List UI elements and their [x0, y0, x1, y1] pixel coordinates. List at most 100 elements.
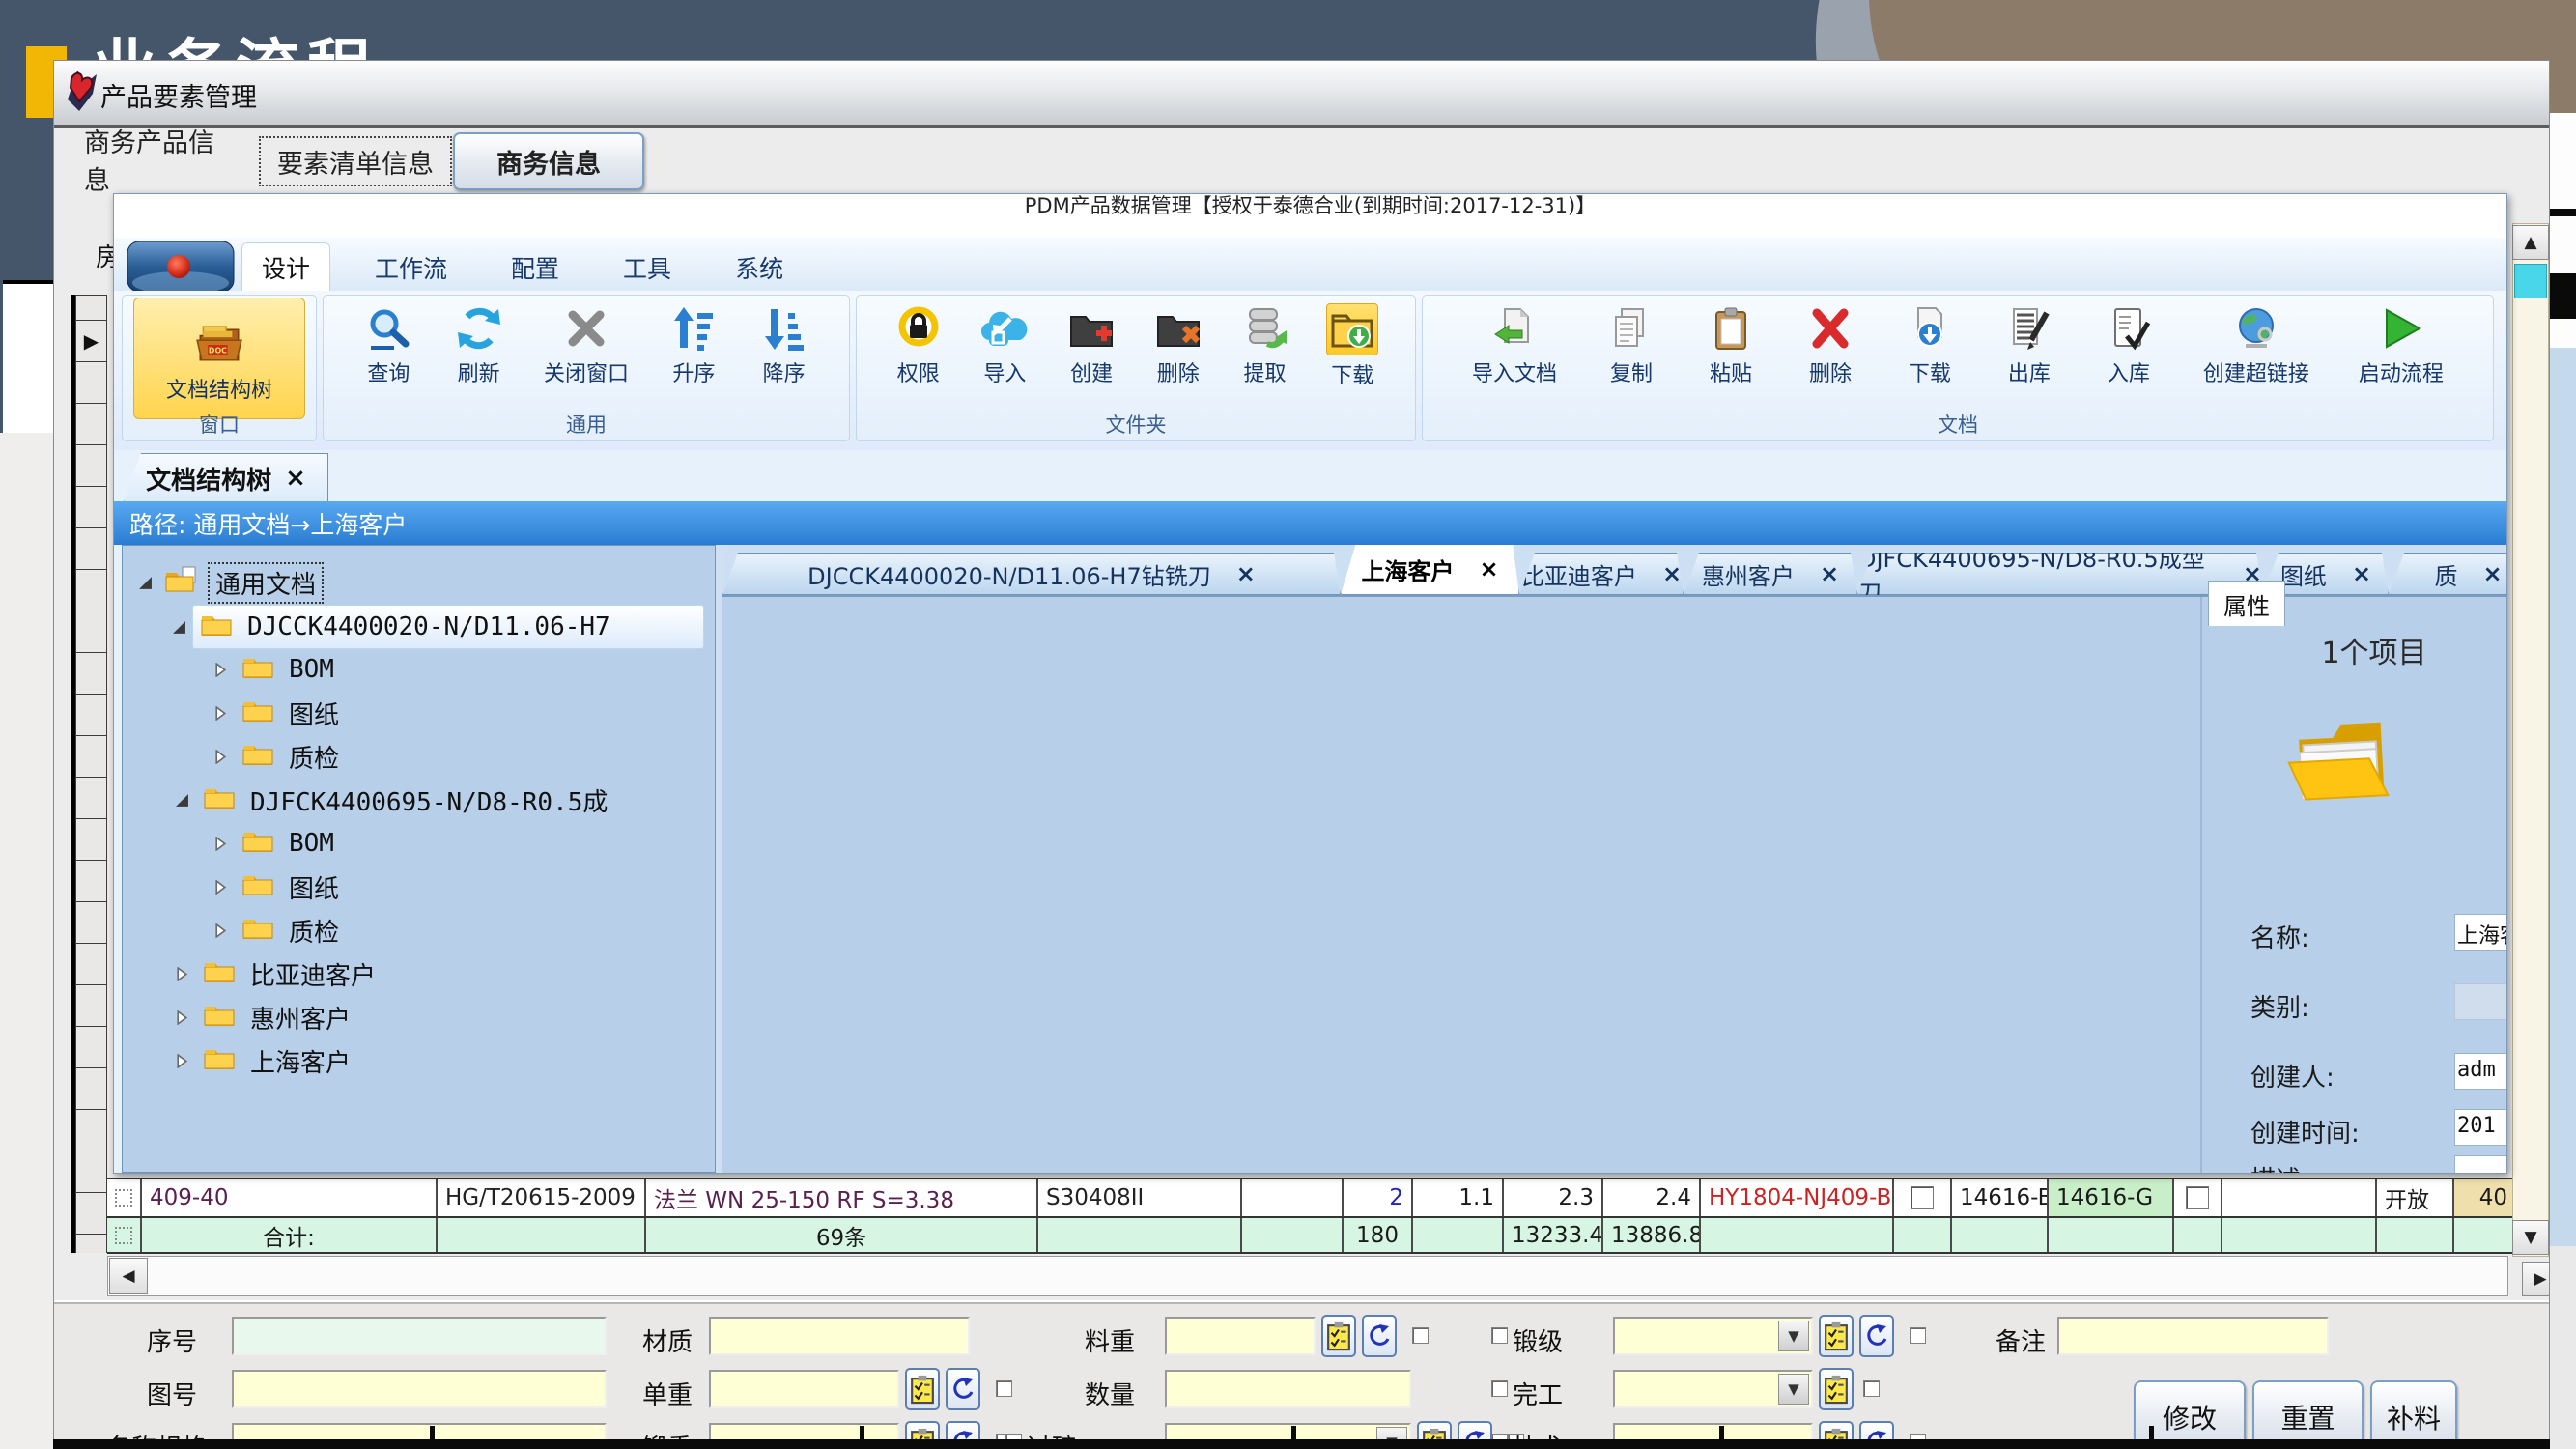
- grid-cell[interactable]: [2174, 1218, 2222, 1252]
- tree-item-label[interactable]: DJCCK4400020-N/D11.06-H7: [241, 611, 616, 642]
- checklist-button[interactable]: [1819, 1368, 1854, 1410]
- tree-collapsed-icon[interactable]: [175, 1046, 189, 1075]
- tree-item-label[interactable]: DJFCK4400695-N/D8-R0.5成: [244, 781, 613, 819]
- grid-row-selector[interactable]: [75, 361, 107, 404]
- tree-collapsed-icon[interactable]: [213, 655, 228, 684]
- form-field-input[interactable]: [2057, 1317, 2329, 1355]
- tree-item-label[interactable]: 上海客户: [244, 1042, 356, 1080]
- grid-row-selector[interactable]: [75, 527, 107, 570]
- scroll-down-button[interactable]: ▼: [2512, 1220, 2549, 1255]
- property-value[interactable]: adm: [2454, 1053, 2507, 1090]
- undo-button[interactable]: [1859, 1315, 1894, 1357]
- undo-button[interactable]: [1362, 1315, 1397, 1357]
- tree-item[interactable]: DJFCK4400695-N/D8-R0.5成: [127, 779, 613, 821]
- property-value[interactable]: [2454, 983, 2507, 1020]
- tab-close-icon[interactable]: ×: [1820, 560, 1839, 587]
- grid-cell[interactable]: [2222, 1179, 2377, 1216]
- tree-collapsed-icon[interactable]: [213, 698, 228, 727]
- pdm-menu-tab[interactable]: 工作流: [355, 243, 467, 292]
- form-field-input[interactable]: [709, 1317, 970, 1355]
- splitter[interactable]: [716, 545, 722, 1173]
- property-value[interactable]: 201: [2454, 1109, 2507, 1146]
- property-value[interactable]: [2454, 1155, 2507, 1174]
- dropdown-button[interactable]: ▼: [1778, 1374, 1809, 1405]
- ribbon-button[interactable]: 出库: [2004, 298, 2054, 387]
- tree-collapsed-icon[interactable]: [213, 742, 228, 771]
- grid-cell[interactable]: [1413, 1218, 1504, 1252]
- ribbon-button[interactable]: 下载: [1326, 298, 1378, 389]
- document-tab[interactable]: 比亚迪客户×: [1519, 553, 1684, 595]
- tree-item-label[interactable]: 图纸: [283, 868, 345, 906]
- undo-button[interactable]: [946, 1368, 980, 1410]
- grid-cell[interactable]: 13233.4: [1504, 1218, 1603, 1252]
- tree-item-label[interactable]: 质检: [283, 912, 345, 950]
- tab-close-icon[interactable]: ×: [2352, 560, 2371, 587]
- scroll-right-button[interactable]: ▶: [2522, 1262, 2550, 1296]
- grid-row-indicator-cell[interactable]: [107, 1179, 142, 1216]
- tree-item[interactable]: 图纸: [127, 866, 345, 908]
- tree-item[interactable]: 图纸: [127, 692, 345, 734]
- form-field-input[interactable]: [232, 1317, 607, 1355]
- grid-row-selector[interactable]: [75, 403, 107, 445]
- ribbon-button[interactable]: 权限: [893, 298, 944, 387]
- form-extra-checkbox[interactable]: [1910, 1327, 1926, 1344]
- grid-cell[interactable]: 69条: [646, 1218, 1038, 1252]
- tree-item[interactable]: DJCCK4400020-N/D11.06-H7: [192, 605, 704, 649]
- grid-row-selector[interactable]: [75, 1026, 107, 1068]
- grid-cell[interactable]: [1242, 1218, 1344, 1252]
- scroll-up-button[interactable]: ▲: [2512, 225, 2549, 260]
- form-field-input[interactable]: ▼: [1613, 1370, 1813, 1408]
- grid-row-selector[interactable]: [75, 860, 107, 902]
- form-field-input[interactable]: ▼: [1613, 1317, 1813, 1355]
- tree-expanded-icon[interactable]: [175, 785, 189, 814]
- grid-row-selector[interactable]: [75, 1234, 107, 1253]
- grid-row-selector[interactable]: ▶: [75, 320, 107, 362]
- document-tab[interactable]: 质×: [2389, 553, 2507, 595]
- ribbon-button[interactable]: 创建: [1066, 298, 1117, 387]
- checklist-button[interactable]: [1321, 1315, 1356, 1357]
- form-extra-checkbox[interactable]: [996, 1380, 1012, 1397]
- ribbon-button[interactable]: 删除: [1153, 298, 1203, 387]
- document-tab[interactable]: 上海客户×: [1341, 545, 1519, 595]
- grid-row-selector[interactable]: [75, 694, 107, 736]
- ribbon-button[interactable]: 刷新: [454, 298, 504, 387]
- grid-cell[interactable]: 14616-G: [2049, 1179, 2174, 1216]
- document-tab[interactable]: DJCCK4400020-N/D11.06-H7钻铣刀×: [722, 553, 1341, 595]
- form-field-input[interactable]: [1165, 1317, 1316, 1355]
- tree-expanded-icon[interactable]: [172, 612, 186, 641]
- tab-element-list-info[interactable]: 要素清单信息: [259, 136, 452, 186]
- ribbon-button[interactable]: 粘贴: [1706, 298, 1756, 387]
- ribbon-button[interactable]: 创建超链接: [2203, 298, 2309, 387]
- grid-cell[interactable]: 40: [2454, 1179, 2517, 1216]
- grid-cell[interactable]: [1894, 1218, 1952, 1252]
- tab-business-product-info[interactable]: 商务产品信息: [84, 136, 239, 183]
- form-field-input[interactable]: [709, 1370, 899, 1408]
- ribbon-button[interactable]: 复制: [1606, 298, 1656, 387]
- vscroll-thumb[interactable]: [2514, 264, 2547, 298]
- ribbon-button[interactable]: 导入: [979, 298, 1030, 387]
- view-tab-close-icon[interactable]: ×: [285, 464, 306, 493]
- ribbon-button[interactable]: 删除: [1805, 298, 1855, 387]
- tree-item[interactable]: 通用文档: [127, 561, 324, 604]
- form-field-enable-checkbox[interactable]: [1491, 1380, 1508, 1397]
- grid-cell[interactable]: [438, 1218, 646, 1252]
- ribbon-button[interactable]: 入库: [2104, 298, 2154, 387]
- pdm-menu-tab[interactable]: 工具: [604, 243, 691, 292]
- grid-row-selector[interactable]: [75, 818, 107, 861]
- pdm-menu-tab[interactable]: 设计: [241, 242, 330, 292]
- tree-item[interactable]: BOM: [127, 648, 340, 691]
- document-tab[interactable]: 惠州客户×: [1684, 553, 1857, 595]
- grid-checkbox[interactable]: [2186, 1186, 2209, 1209]
- pdm-menu-tab[interactable]: 系统: [716, 243, 803, 292]
- grid-row-selector[interactable]: [75, 444, 107, 487]
- checklist-button[interactable]: [1819, 1315, 1854, 1357]
- grid-row-selector[interactable]: [75, 486, 107, 528]
- pdm-menu-tab[interactable]: 配置: [492, 243, 579, 292]
- grid-cell[interactable]: 法兰 WN 25-150 RF S=3.38: [646, 1179, 1038, 1216]
- ribbon-button[interactable]: 升序: [668, 298, 719, 387]
- tree-item-label[interactable]: BOM: [283, 654, 340, 685]
- grid-cell[interactable]: 14616-B: [1952, 1179, 2049, 1216]
- tree-expanded-icon[interactable]: [138, 568, 153, 597]
- tree-item-label[interactable]: 惠州客户: [244, 999, 356, 1037]
- tree-item[interactable]: BOM: [127, 822, 340, 865]
